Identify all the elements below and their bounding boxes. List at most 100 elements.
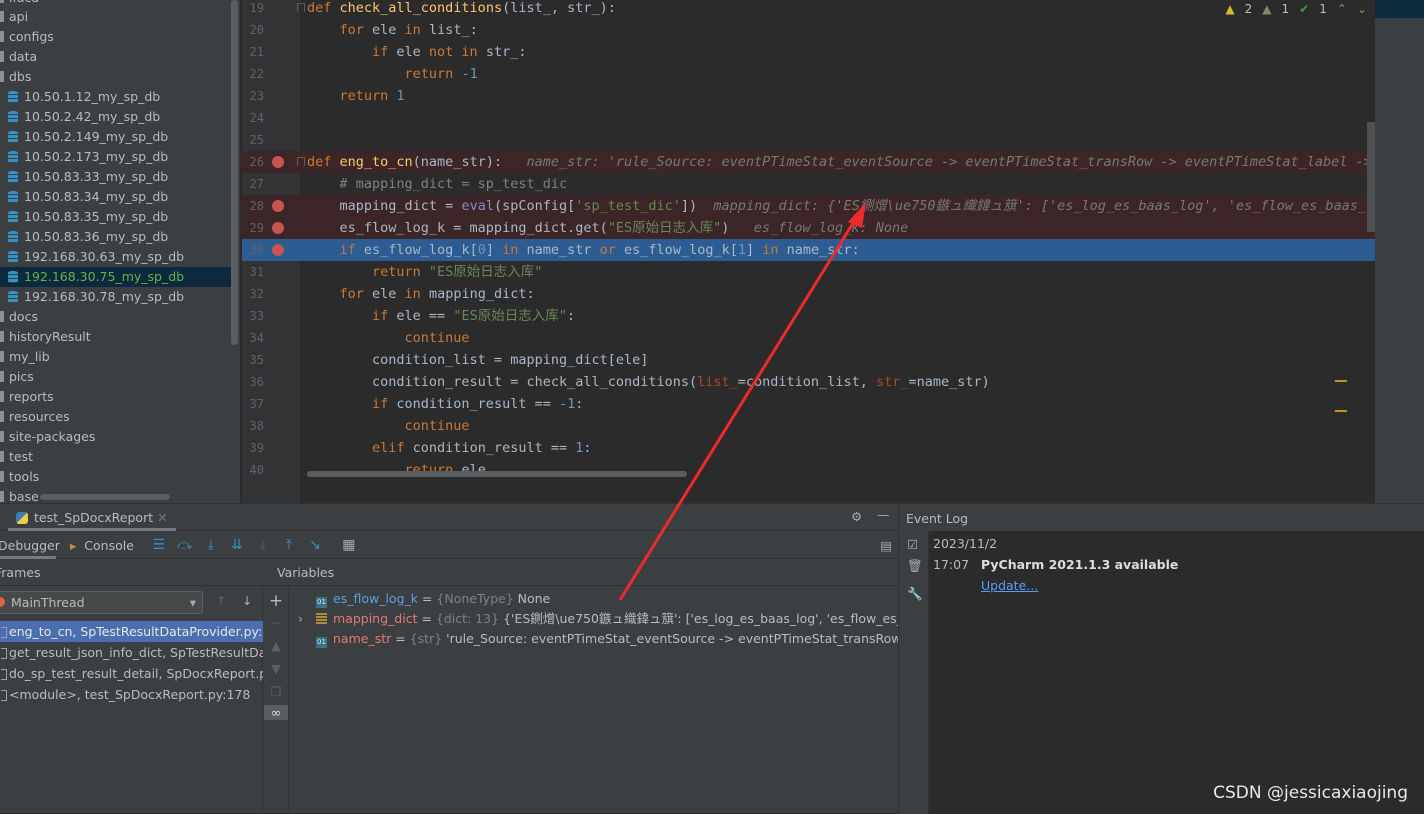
stack-frame[interactable]: <module>, test_SpDocxReport.py:178 bbox=[0, 684, 263, 705]
tree-item[interactable]: base bbox=[0, 487, 39, 503]
tree-item[interactable]: 192.168.30.78_my_sp_db bbox=[8, 287, 184, 307]
tree-item[interactable]: 10.50.2.173_my_sp_db bbox=[8, 147, 168, 167]
tree-item[interactable]: 10.50.83.35_my_sp_db bbox=[8, 207, 168, 227]
inspection-widget[interactable]: ▲ 2 ▲ 1 ✔ 1 ⌃ ⌄ bbox=[1221, 2, 1371, 16]
variable-row[interactable]: › mapping_dict = {dict: 13} {'ES鍘熷\ue750鏃… bbox=[290, 609, 898, 629]
code-line[interactable]: 22 return -1 bbox=[242, 63, 1375, 85]
thread-selector[interactable]: MainThread ▾ bbox=[0, 591, 203, 614]
code-line[interactable]: 35 condition_list = mapping_dict[ele] bbox=[242, 349, 1375, 371]
gear-icon[interactable]: ⚙ bbox=[851, 509, 862, 524]
run-to-cursor-icon[interactable]: ↘ bbox=[302, 537, 328, 553]
editor-vscrollbar[interactable] bbox=[1367, 122, 1375, 232]
move-down-icon[interactable]: ▼ bbox=[264, 661, 288, 676]
tree-item[interactable]: 10.50.83.36_my_sp_db bbox=[8, 227, 168, 247]
layout-menu-icon[interactable]: ☰ bbox=[146, 537, 172, 553]
tree-item[interactable]: 10.50.2.149_my_sp_db bbox=[8, 127, 168, 147]
tree-item[interactable]: reports bbox=[0, 387, 54, 407]
tab-debugger[interactable]: Debugger bbox=[0, 532, 60, 559]
next-frame-icon[interactable]: ↓ bbox=[242, 593, 252, 608]
editor-hscrollbar[interactable] bbox=[307, 471, 687, 477]
error-stripe-mark[interactable] bbox=[1335, 410, 1347, 412]
tree-item[interactable]: 10.50.1.12_my_sp_db bbox=[8, 87, 160, 107]
code-line[interactable]: 26 def eng_to_cn(name_str): name_str: 'ru… bbox=[242, 151, 1375, 173]
step-out-icon[interactable]: ⤒ bbox=[276, 537, 302, 553]
step-into-my-code-icon[interactable]: ⇊ bbox=[224, 537, 250, 553]
code-line[interactable]: 39 elif condition_result == 1: bbox=[242, 437, 1375, 459]
code-line[interactable]: 33 if ele == "ES原始日志入库": bbox=[242, 305, 1375, 327]
tree-item[interactable]: docs bbox=[0, 307, 38, 327]
expand-chevron-icon[interactable]: › bbox=[298, 609, 303, 629]
code-line[interactable]: 28 mapping_dict = eval(spConfig['sp_test… bbox=[242, 195, 1375, 217]
variable-row[interactable]: 01 es_flow_log_k = {NoneType} None bbox=[290, 589, 898, 609]
tree-item[interactable]: data bbox=[0, 47, 37, 67]
code-line[interactable]: 23 return 1 bbox=[242, 85, 1375, 107]
fold-icon[interactable] bbox=[297, 157, 305, 166]
code-line[interactable]: 20 for ele in list_: bbox=[242, 19, 1375, 41]
remove-watch-icon[interactable]: − bbox=[264, 615, 288, 630]
code-token: in bbox=[404, 22, 429, 38]
fold-icon[interactable] bbox=[297, 3, 305, 12]
code-line[interactable]: 29 es_flow_log_k = mapping_dict.get("ES原… bbox=[242, 217, 1375, 239]
tree-item[interactable]: resources bbox=[0, 407, 70, 427]
tree-item[interactable]: 10.50.83.33_my_sp_db bbox=[8, 167, 168, 187]
tree-item[interactable]: test bbox=[0, 447, 33, 467]
code-line[interactable]: 19 def check_all_conditions(list_, str_): bbox=[242, 0, 1375, 19]
tree-item[interactable]: api bbox=[0, 7, 28, 27]
tree-item[interactable]: pics bbox=[0, 367, 34, 387]
minimize-icon[interactable]: — bbox=[877, 507, 890, 522]
stack-frame[interactable]: get_result_json_info_dict, SpTestResultD… bbox=[0, 642, 263, 663]
breakpoint-icon[interactable] bbox=[272, 222, 284, 234]
code-line[interactable]: 27 # mapping_dict = sp_test_dic bbox=[242, 173, 1375, 195]
code-line[interactable]: 30 if es_flow_log_k[0] in name_str or es… bbox=[242, 239, 1375, 261]
mark-read-icon[interactable]: ☑ bbox=[907, 537, 928, 552]
code-editor[interactable]: 19 def check_all_conditions(list_, str_):… bbox=[242, 0, 1375, 503]
code-line[interactable]: 38 continue bbox=[242, 415, 1375, 437]
tree-item[interactable]: 192.168.30.75_my_sp_db bbox=[0, 267, 231, 287]
code-line[interactable]: 24 bbox=[242, 107, 1375, 129]
tree-item[interactable]: tools bbox=[0, 467, 39, 487]
tree-item[interactable]: 10.50.83.34_my_sp_db bbox=[8, 187, 168, 207]
step-over-icon[interactable]: ⤼ bbox=[172, 537, 198, 553]
add-watch-icon[interactable]: + bbox=[264, 591, 288, 611]
copy-icon[interactable]: ❐ bbox=[264, 684, 288, 699]
close-icon[interactable]: ✕ bbox=[157, 510, 167, 525]
previous-highlight-icon[interactable]: ⌃ bbox=[1337, 2, 1347, 16]
sidebar-hscrollbar[interactable] bbox=[40, 494, 170, 500]
move-up-icon[interactable]: ▲ bbox=[264, 638, 288, 653]
stack-frame[interactable]: eng_to_cn, SpTestResultDataProvider.py:2… bbox=[0, 621, 263, 642]
code-line[interactable]: 31 return "ES原始日志入库" bbox=[242, 261, 1375, 283]
tree-item[interactable]: site-packages bbox=[0, 427, 95, 447]
previous-frame-icon[interactable]: ↑ bbox=[216, 593, 226, 608]
code-line[interactable]: 36 condition_result = check_all_conditio… bbox=[242, 371, 1375, 393]
stack-frame[interactable]: do_sp_test_result_detail, SpDocxReport.p… bbox=[0, 663, 263, 684]
tree-item[interactable]: historyResult bbox=[0, 327, 91, 347]
tab-console[interactable]: Console bbox=[84, 538, 134, 553]
tree-item[interactable]: my_lib bbox=[0, 347, 50, 367]
wrench-icon[interactable]: 🔧 bbox=[907, 586, 928, 602]
tree-item[interactable]: dbs bbox=[0, 67, 31, 87]
code-line[interactable]: 32 for ele in mapping_dict: bbox=[242, 283, 1375, 305]
tree-item[interactable]: 10.50.2.42_my_sp_db bbox=[8, 107, 160, 127]
layout-icon[interactable]: ▤ bbox=[880, 538, 892, 553]
variable-row[interactable]: 01 name_str = {str} 'rule_Source: eventPT… bbox=[290, 629, 898, 649]
code-line[interactable]: 40 return ele bbox=[242, 459, 1375, 481]
error-stripe-mark[interactable] bbox=[1335, 380, 1347, 382]
force-step-into-icon[interactable]: ⤓ bbox=[250, 537, 276, 553]
code-line[interactable]: 37 if condition_result == -1: bbox=[242, 393, 1375, 415]
trash-icon[interactable]: 🗑 bbox=[907, 558, 928, 574]
evaluate-expression-icon[interactable]: ▦ bbox=[336, 537, 362, 553]
update-link[interactable]: Update... bbox=[981, 578, 1038, 593]
sidebar-scrollbar[interactable] bbox=[231, 0, 238, 345]
next-highlight-icon[interactable]: ⌄ bbox=[1357, 2, 1367, 16]
code-line[interactable]: 21 if ele not in str_: bbox=[242, 41, 1375, 63]
tree-item[interactable]: 192.168.30.63_my_sp_db bbox=[8, 247, 184, 267]
step-into-icon[interactable]: ⤓ bbox=[198, 537, 224, 553]
run-config-tab[interactable]: test_SpDocxReport ✕ bbox=[8, 504, 176, 531]
breakpoint-icon[interactable] bbox=[272, 200, 284, 212]
code-line[interactable]: 34 continue bbox=[242, 327, 1375, 349]
breakpoint-icon[interactable] bbox=[272, 156, 284, 168]
show-watches-icon[interactable]: ∞ bbox=[264, 705, 288, 720]
code-line[interactable]: 25 bbox=[242, 129, 1375, 151]
breakpoint-icon[interactable] bbox=[272, 244, 284, 256]
tree-item[interactable]: configs bbox=[0, 27, 54, 47]
